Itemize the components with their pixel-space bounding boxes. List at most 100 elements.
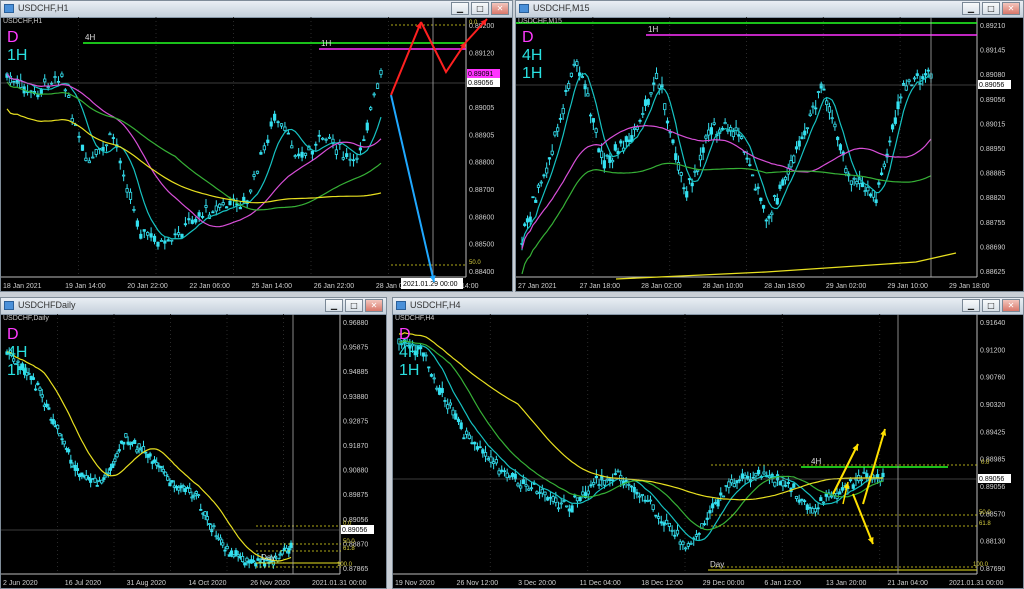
maximize-button[interactable]: □ bbox=[471, 2, 489, 15]
candle-body bbox=[36, 382, 40, 386]
fib-label: 50.0 bbox=[979, 510, 991, 516]
candle-body bbox=[69, 459, 73, 464]
close-button[interactable]: ✕ bbox=[365, 299, 383, 312]
candle-body bbox=[778, 481, 782, 486]
chart-window-daily[interactable]: USDCHFDaily ▁ □ ✕ 0.96880 0.95875 0.94885 0… bbox=[0, 297, 387, 589]
candle-body bbox=[286, 132, 290, 135]
minimize-button[interactable]: ▁ bbox=[962, 299, 980, 312]
price-chart-h4[interactable]: 0.916400.912000.907600.903200.894250.889… bbox=[393, 314, 1023, 588]
titlebar-h4[interactable]: USDCHF,H4 ▁ □ ✕ bbox=[393, 298, 1023, 315]
candle-body bbox=[527, 488, 531, 491]
candle-body bbox=[440, 388, 444, 393]
maximize-button[interactable]: □ bbox=[345, 299, 363, 312]
candle-body bbox=[836, 136, 840, 141]
candle-body bbox=[106, 472, 110, 475]
minimize-button[interactable]: ▁ bbox=[962, 2, 980, 15]
candle-body bbox=[871, 190, 875, 198]
moving-average-line bbox=[521, 162, 932, 275]
candle-body bbox=[365, 122, 369, 131]
level-label: Day bbox=[261, 553, 275, 562]
candle-body bbox=[56, 424, 60, 430]
candle-body bbox=[558, 117, 563, 120]
maximize-button[interactable]: □ bbox=[982, 299, 1000, 312]
fib-label: 0.0 bbox=[981, 460, 990, 466]
candle-body bbox=[550, 150, 554, 155]
candle-body bbox=[190, 496, 194, 499]
chart-window-h4[interactable]: USDCHF,H4 ▁ □ ✕ 0.91640 0.91200 0.90760 0.9… bbox=[392, 297, 1024, 589]
candle-body bbox=[53, 76, 57, 79]
candle-body bbox=[694, 534, 699, 537]
candle-body bbox=[632, 487, 636, 493]
titlebar-m15[interactable]: USDCHF,M15 ▁ □ ✕ bbox=[516, 1, 1023, 18]
candle-body bbox=[538, 492, 542, 494]
chart-area-m15[interactable]: 0.89210 0.89145 0.89080 0.89056 0.89015 0.889… bbox=[516, 17, 1023, 291]
level-label: Day bbox=[710, 560, 724, 569]
window-title: USDCHFDaily bbox=[18, 300, 76, 310]
candle-body bbox=[712, 122, 716, 125]
candle-body bbox=[221, 202, 225, 206]
minimize-button[interactable]: ▁ bbox=[451, 2, 469, 15]
candle-body bbox=[676, 162, 681, 171]
price-chart-daily[interactable]: 0.96880 0.95875 0.94885 0.93880 0.92875 0.918… bbox=[1, 314, 386, 588]
candle-body bbox=[808, 113, 812, 116]
candle-body bbox=[830, 117, 834, 120]
time-axis-label: 27 Jan 18:00 bbox=[580, 283, 621, 290]
candle-body bbox=[888, 140, 892, 143]
price-axis-label: 0.91870 bbox=[343, 443, 368, 450]
candle-body bbox=[87, 160, 91, 164]
price-chart-m15[interactable]: 0.89210 0.89145 0.89080 0.89056 0.89015 0.889… bbox=[516, 17, 1023, 291]
candle-body bbox=[613, 473, 617, 476]
candle-body bbox=[173, 233, 177, 236]
candle-body bbox=[27, 372, 31, 375]
time-axis-label: 11 Dec 04:00 bbox=[580, 580, 621, 587]
candle-body bbox=[546, 497, 550, 501]
candle-body bbox=[705, 517, 709, 520]
candle-body bbox=[142, 229, 146, 232]
candle-body bbox=[761, 205, 766, 209]
candle-body bbox=[180, 233, 184, 238]
candle-body bbox=[708, 510, 712, 514]
candle-body bbox=[564, 90, 568, 93]
close-button[interactable]: ✕ bbox=[1002, 2, 1020, 15]
chart-area-h1[interactable]: 0.892000.891200.890560.890050.889050.888… bbox=[1, 17, 512, 291]
price-chart-h1[interactable]: 0.892000.891200.890560.890050.889050.888… bbox=[1, 17, 512, 291]
candle-body bbox=[181, 485, 185, 487]
candle-body bbox=[207, 523, 212, 525]
candle-body bbox=[135, 220, 139, 227]
candle-body bbox=[578, 497, 582, 502]
candle-body bbox=[525, 218, 530, 223]
candle-body bbox=[727, 481, 731, 488]
moving-average-line bbox=[398, 340, 884, 531]
close-button[interactable]: ✕ bbox=[1002, 299, 1020, 312]
candle-body bbox=[770, 212, 774, 216]
time-axis-label: 21 Jan 04:00 bbox=[887, 580, 928, 587]
candle-body bbox=[166, 239, 170, 242]
price-tag-text: 0.89056 bbox=[979, 82, 1004, 89]
candle-body bbox=[729, 479, 734, 484]
price-axis-label: 0.89875 bbox=[343, 492, 368, 499]
candle-body bbox=[345, 153, 349, 158]
candle-body bbox=[686, 543, 690, 547]
candle-body bbox=[702, 523, 707, 526]
candle-body bbox=[62, 440, 66, 445]
candle-body bbox=[80, 144, 85, 151]
level-label: 1H bbox=[321, 39, 331, 48]
minimize-button[interactable]: ▁ bbox=[325, 299, 343, 312]
candle-body bbox=[745, 157, 749, 160]
maximize-button[interactable]: □ bbox=[982, 2, 1000, 15]
close-button[interactable]: ✕ bbox=[491, 2, 509, 15]
candle-body bbox=[212, 525, 216, 528]
candle-body bbox=[211, 211, 215, 214]
chart-area-h4[interactable]: 0.91640 0.91200 0.90760 0.90320 0.89425 0.889… bbox=[393, 314, 1023, 588]
chart-window-h1[interactable]: USDCHF,H1 ▁ □ ✕ 0.892000.891200.890560.8… bbox=[0, 0, 513, 292]
time-axis-label: 2 Jun 2020 bbox=[3, 580, 38, 587]
chart-area-daily[interactable]: 0.96880 0.95875 0.94885 0.93880 0.92875 0.918… bbox=[1, 314, 386, 588]
candle-body bbox=[459, 422, 463, 429]
candle-body bbox=[805, 127, 810, 130]
candle-body bbox=[355, 157, 359, 160]
candle-body bbox=[293, 155, 297, 158]
titlebar-daily[interactable]: USDCHFDaily ▁ □ ✕ bbox=[1, 298, 386, 315]
time-axis-label: 26 Nov 12:00 bbox=[457, 580, 499, 587]
chart-window-m15[interactable]: USDCHF,M15 ▁ □ ✕ 0.89210 0.89145 0.89080 0.… bbox=[515, 0, 1024, 292]
titlebar-h1[interactable]: USDCHF,H1 ▁ □ ✕ bbox=[1, 1, 512, 18]
